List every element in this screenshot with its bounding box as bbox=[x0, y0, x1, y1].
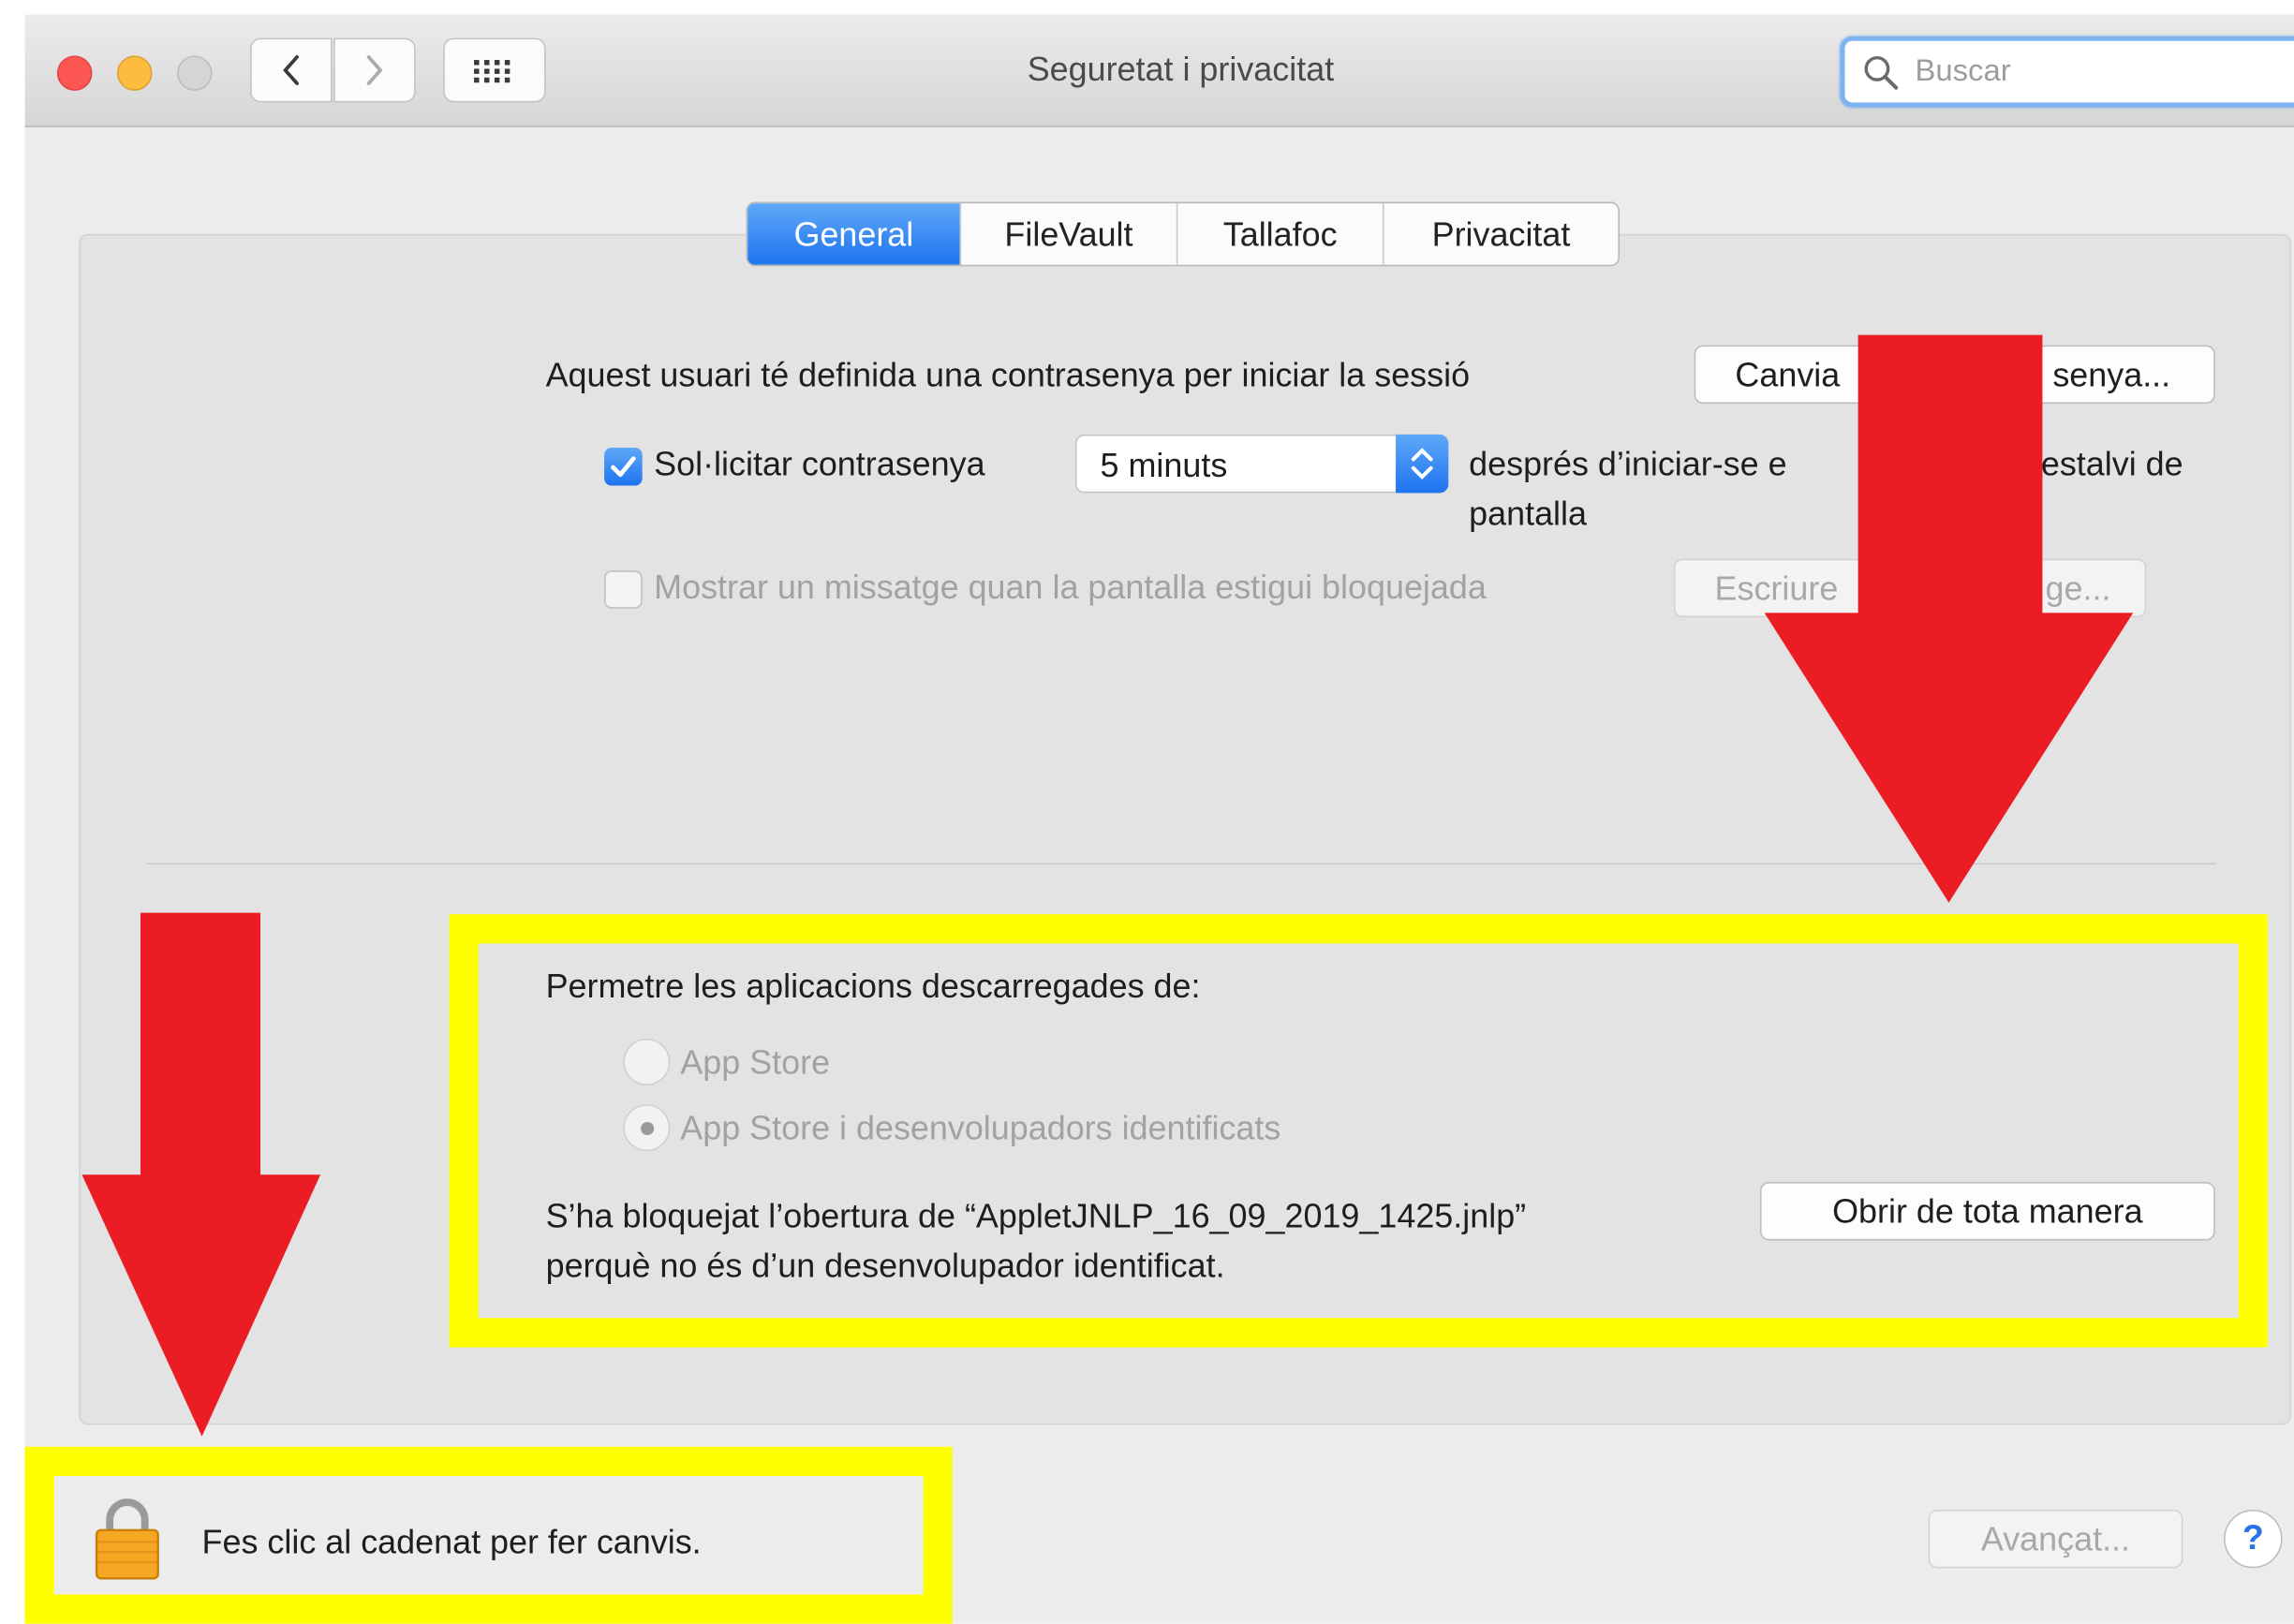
show-lock-message-label: Mostrar un missatge quan la pantalla est… bbox=[654, 568, 1487, 606]
window-title: Seguretat i privacitat bbox=[1027, 50, 1335, 88]
minimize-window-button[interactable] bbox=[116, 55, 153, 91]
require-password-checkbox[interactable] bbox=[604, 447, 643, 486]
annotation-arrow-right bbox=[1764, 334, 2134, 903]
tab-general[interactable]: General bbox=[747, 203, 960, 265]
password-delay-select[interactable]: 5 minuts bbox=[1074, 434, 1449, 494]
tab-bar: General FileVault Tallafoc Privacitat bbox=[746, 201, 1621, 267]
title-bar: Seguretat i privacitat Buscar bbox=[24, 14, 2294, 127]
grid-icon bbox=[474, 60, 511, 83]
help-button[interactable]: ? bbox=[2224, 1509, 2283, 1569]
search-placeholder: Buscar bbox=[1915, 53, 2011, 88]
checkmark-icon bbox=[611, 456, 636, 478]
password-delay-value: 5 minuts bbox=[1100, 446, 1228, 484]
show-all-button[interactable] bbox=[443, 37, 546, 103]
after-screensaver-text-line2: pantalla bbox=[1469, 494, 1588, 533]
downloads-highlight-box bbox=[449, 914, 2268, 1348]
annotation-arrow-left bbox=[81, 912, 321, 1437]
tab-filevault[interactable]: FileVault bbox=[959, 203, 1177, 265]
advanced-button[interactable]: Avançat... bbox=[1928, 1509, 2183, 1569]
search-field[interactable]: Buscar bbox=[1840, 37, 2294, 108]
tab-tallafoc[interactable]: Tallafoc bbox=[1176, 203, 1383, 265]
zoom-window-button[interactable] bbox=[176, 55, 213, 91]
after-screensaver-text-start: després d’iniciar-se e bbox=[1469, 444, 1787, 483]
require-password-label: Sol·licitar contrasenya bbox=[654, 444, 985, 483]
tab-privacitat[interactable]: Privacitat bbox=[1382, 203, 1618, 265]
help-label: ? bbox=[2242, 1518, 2264, 1558]
chevron-left-icon bbox=[283, 55, 299, 85]
lock-highlight-box bbox=[24, 1446, 953, 1624]
password-info-text: Aquest usuari té definida una contraseny… bbox=[545, 355, 1471, 394]
search-icon bbox=[1864, 55, 1899, 90]
show-lock-message-checkbox[interactable] bbox=[604, 570, 643, 609]
back-button[interactable] bbox=[250, 37, 333, 103]
chevron-right-icon bbox=[366, 55, 383, 85]
select-stepper bbox=[1396, 434, 1449, 494]
close-window-button[interactable] bbox=[56, 55, 93, 91]
chevron-updown-icon bbox=[1411, 448, 1433, 480]
forward-button[interactable] bbox=[333, 37, 416, 103]
